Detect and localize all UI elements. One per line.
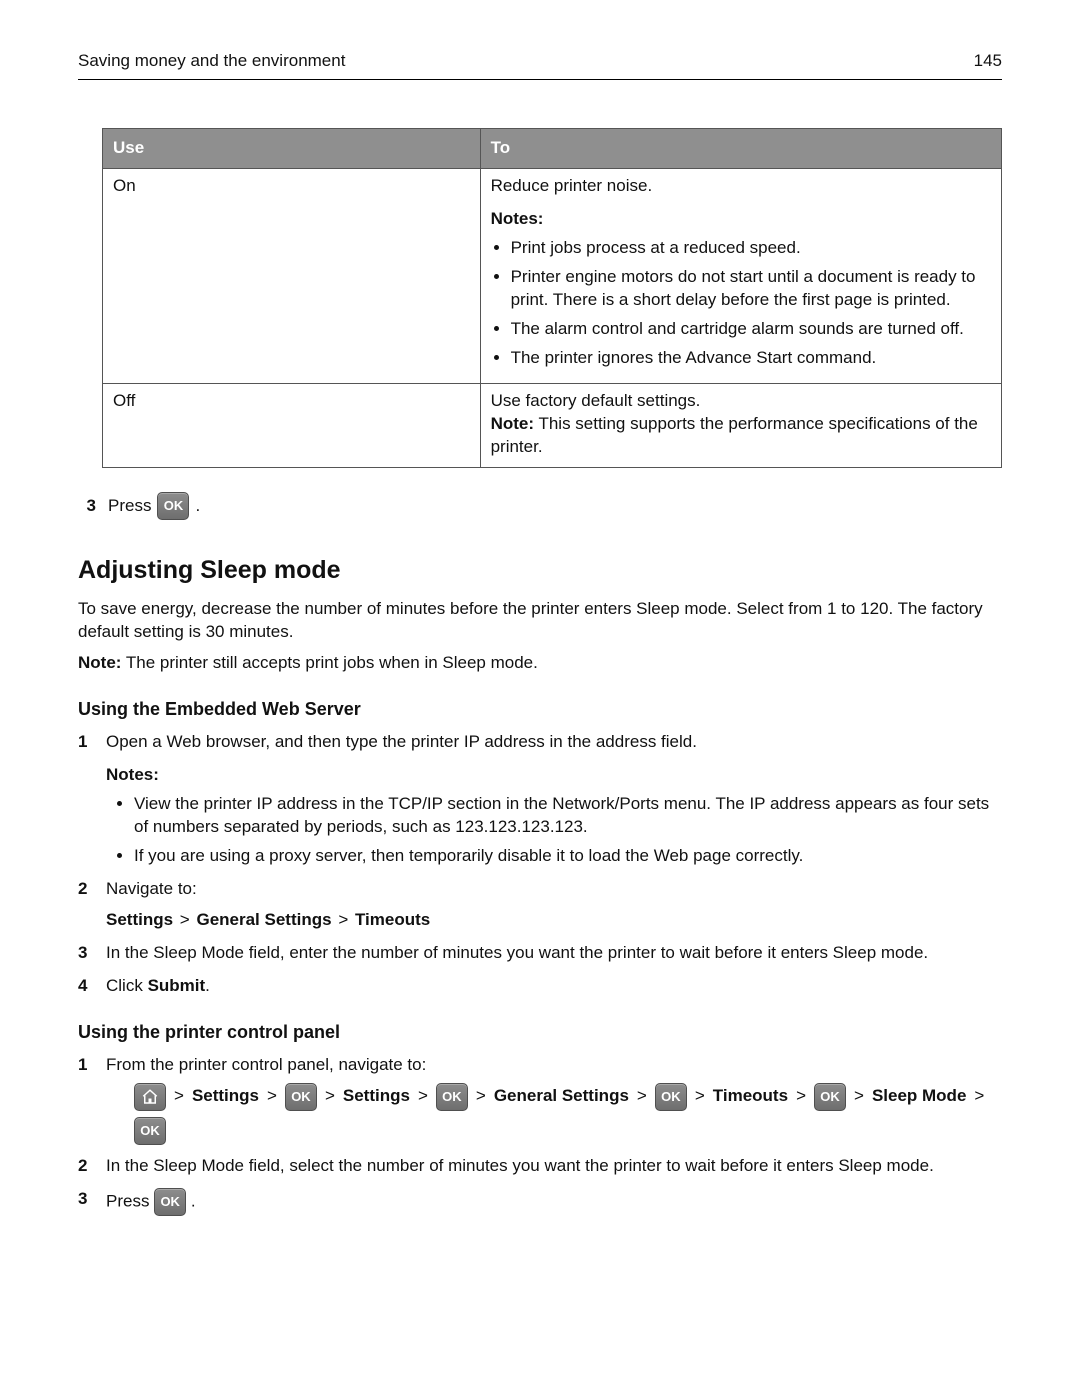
- chevron-right-icon: >: [794, 1085, 808, 1108]
- note-bold: Note:: [78, 653, 121, 672]
- to-intro: Reduce printer noise.: [491, 175, 991, 198]
- chevron-right-icon: >: [416, 1085, 430, 1108]
- cell-use-on: On: [103, 168, 481, 384]
- table-header-to: To: [480, 128, 1001, 168]
- chevron-right-icon: >: [972, 1085, 986, 1108]
- press-label: Press: [106, 1191, 154, 1210]
- panel-steps: From the printer control panel, navigate…: [78, 1054, 1002, 1216]
- list-item: Click Submit.: [78, 975, 1002, 998]
- notes-label: Notes:: [491, 208, 991, 231]
- list-item: Print jobs process at a reduced speed.: [511, 237, 991, 260]
- table-header-use: Use: [103, 128, 481, 168]
- step-text: Open a Web browser, and then type the pr…: [106, 732, 697, 751]
- nav-path: Settings > General Settings > Timeouts: [106, 909, 1002, 932]
- list-item: If you are using a proxy server, then te…: [134, 845, 1002, 868]
- list-item: Navigate to: Settings > General Settings…: [78, 878, 1002, 932]
- chevron-right-icon: >: [178, 910, 192, 929]
- step-post: .: [205, 976, 210, 995]
- to-intro: Use factory default settings.: [491, 390, 991, 413]
- ok-icon: OK: [134, 1117, 166, 1145]
- page-number: 145: [974, 50, 1002, 73]
- list-item: Press OK .: [78, 1188, 1002, 1216]
- table-row: Off Use factory default settings. Note: …: [103, 384, 1002, 468]
- ok-icon: OK: [154, 1188, 186, 1216]
- nav-general-settings: General Settings: [494, 1085, 629, 1108]
- ok-icon: OK: [655, 1083, 687, 1111]
- nav-timeouts: Timeouts: [713, 1085, 788, 1108]
- ok-icon: OK: [814, 1083, 846, 1111]
- note-rest: The printer still accepts print jobs whe…: [121, 653, 537, 672]
- sub-heading-panel: Using the printer control panel: [78, 1020, 1002, 1044]
- chevron-right-icon: >: [635, 1085, 649, 1108]
- ok-icon: OK: [436, 1083, 468, 1111]
- nav-timeouts: Timeouts: [355, 910, 430, 929]
- chevron-right-icon: >: [474, 1085, 488, 1108]
- chevron-right-icon: >: [172, 1085, 186, 1108]
- list-item: The alarm control and cartridge alarm so…: [511, 318, 991, 341]
- note-bold: Note:: [491, 414, 534, 433]
- step-text: In the Sleep Mode field, select the numb…: [106, 1156, 934, 1175]
- chevron-right-icon: >: [852, 1085, 866, 1108]
- notes-list: Print jobs process at a reduced speed. P…: [511, 237, 991, 370]
- list-item: Printer engine motors do not start until…: [511, 266, 991, 312]
- sub-heading-ews: Using the Embedded Web Server: [78, 697, 1002, 721]
- list-item: From the printer control panel, navigate…: [78, 1054, 1002, 1145]
- sub-notes: Notes: View the printer IP address in th…: [106, 764, 1002, 868]
- list-item: View the printer IP address in the TCP/I…: [134, 793, 1002, 839]
- cell-to-off: Use factory default settings. Note: This…: [480, 384, 1001, 468]
- nav-breadcrumb: > Settings > OK > Settings > OK > Genera…: [134, 1083, 1002, 1145]
- ews-steps: Open a Web browser, and then type the pr…: [78, 731, 1002, 997]
- submit-label: Submit: [148, 976, 206, 995]
- nav-general-settings: General Settings: [196, 910, 331, 929]
- settings-table: Use To On Reduce printer noise. Notes: P…: [102, 128, 1002, 468]
- page-header: Saving money and the environment 145: [78, 50, 1002, 80]
- ok-icon: OK: [157, 492, 189, 520]
- chevron-right-icon: >: [693, 1085, 707, 1108]
- section-note: Note: The printer still accepts print jo…: [78, 652, 1002, 675]
- period: .: [191, 1191, 196, 1210]
- chevron-right-icon: >: [323, 1085, 337, 1108]
- step-number: 3: [78, 495, 96, 518]
- step-text: From the printer control panel, navigate…: [106, 1055, 426, 1074]
- ok-icon: OK: [285, 1083, 317, 1111]
- chevron-right-icon: >: [265, 1085, 279, 1108]
- step-press-ok: 3 Press OK .: [78, 492, 1002, 520]
- home-icon: [134, 1083, 166, 1111]
- chevron-right-icon: >: [336, 910, 350, 929]
- nav-sleep-mode: Sleep Mode: [872, 1085, 966, 1108]
- step-text: In the Sleep Mode field, enter the numbe…: [106, 943, 928, 962]
- list-item: In the Sleep Mode field, enter the numbe…: [78, 942, 1002, 965]
- section-body: To save energy, decrease the number of m…: [78, 598, 1002, 644]
- step-pre: Click: [106, 976, 148, 995]
- list-item: In the Sleep Mode field, select the numb…: [78, 1155, 1002, 1178]
- list-item: Open a Web browser, and then type the pr…: [78, 731, 1002, 868]
- notes-label: Notes:: [106, 764, 1002, 787]
- page: Saving money and the environment 145 Use…: [0, 0, 1080, 1397]
- press-label: Press: [108, 495, 151, 518]
- notes-list: View the printer IP address in the TCP/I…: [134, 793, 1002, 868]
- step-text: Navigate to:: [106, 879, 197, 898]
- cell-use-off: Off: [103, 384, 481, 468]
- table-row: On Reduce printer noise. Notes: Print jo…: [103, 168, 1002, 384]
- cell-to-on: Reduce printer noise. Notes: Print jobs …: [480, 168, 1001, 384]
- section-heading: Adjusting Sleep mode: [78, 554, 1002, 588]
- header-title: Saving money and the environment: [78, 50, 345, 73]
- list-item: The printer ignores the Advance Start co…: [511, 347, 991, 370]
- note-line: Note: This setting supports the performa…: [491, 413, 991, 459]
- nav-settings: Settings: [106, 910, 173, 929]
- nav-settings: Settings: [343, 1085, 410, 1108]
- note-rest: This setting supports the performance sp…: [491, 414, 978, 456]
- period: .: [195, 495, 200, 518]
- nav-settings: Settings: [192, 1085, 259, 1108]
